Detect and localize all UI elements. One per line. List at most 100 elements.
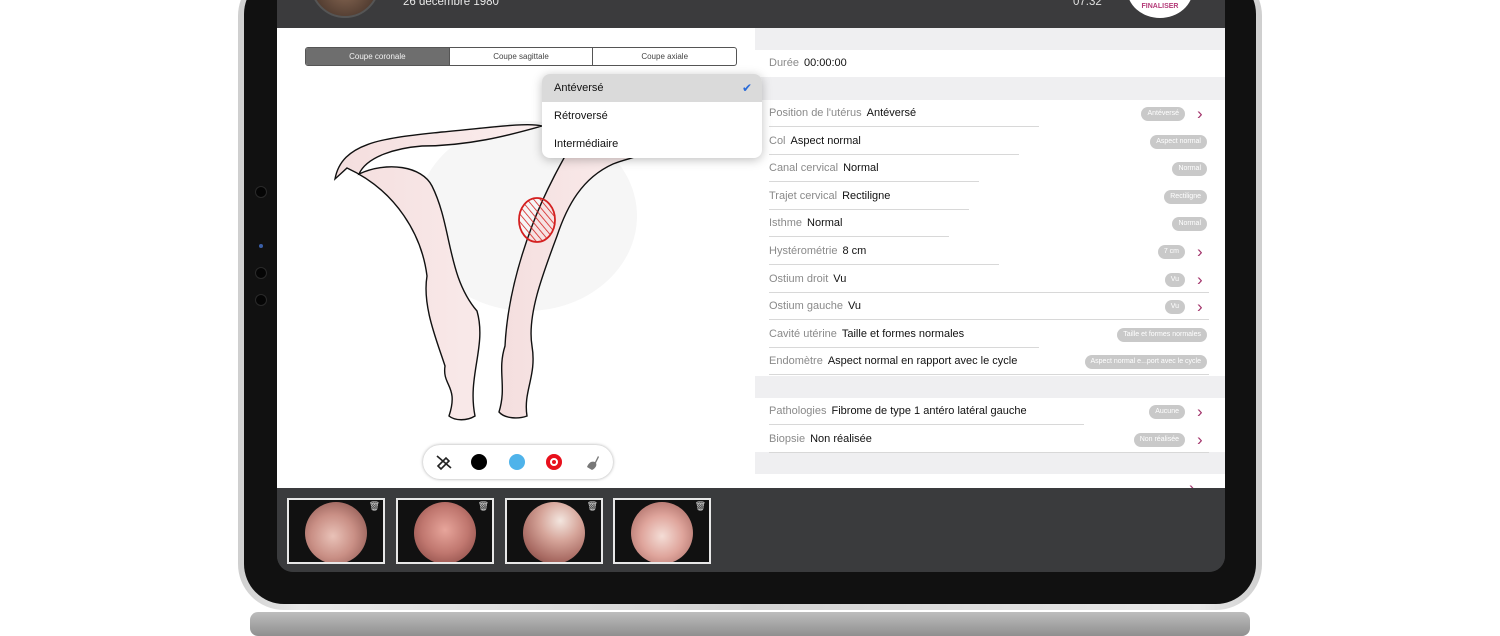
chevron-right-icon: › [1189, 478, 1195, 488]
trash-icon[interactable]: 🗑 [369, 501, 380, 512]
suggested-value-pill[interactable]: Rectiligne [1164, 189, 1207, 204]
field-value: Vu [847, 300, 862, 313]
field-label: Col [769, 134, 786, 147]
field-label: Position de l'utérus [769, 107, 862, 119]
field-label: Canal cervical [769, 162, 839, 175]
form-row[interactable]: Pathologies Fibrome de type 1 antéro laté… [769, 398, 1209, 425]
tab-coupe-coronale[interactable]: Coupe coronale [306, 48, 450, 65]
fibroid-marker[interactable] [518, 197, 556, 243]
thumbnail-capture-4[interactable]: 🗑 [613, 498, 711, 564]
field-label: Trajet cervical [769, 189, 838, 202]
form-row[interactable]: Trajet cervical Rectiligne Rectiligne [769, 183, 1209, 210]
suggested-value-pill[interactable]: Vu [1164, 300, 1185, 315]
form-row[interactable]: Hystérométrie 8 cm 7 cm › [769, 238, 1209, 265]
form-row[interactable]: Isthme Normal Normal [769, 210, 1209, 238]
field-value: Aspect normal en rapport avec le cycle [827, 355, 1018, 368]
suggested-value-pill[interactable]: 7 cm [1157, 245, 1185, 259]
chevron-right-icon[interactable]: › [1197, 398, 1203, 425]
suggested-value-pill[interactable]: Antéversé [1141, 107, 1185, 121]
chevron-right-icon[interactable]: › [1197, 100, 1203, 127]
field-label: Ostium droit [769, 272, 829, 285]
trash-icon[interactable]: 🗑 [478, 501, 489, 512]
suggested-value-pill[interactable]: Normal [1172, 217, 1207, 232]
suggested-value-pill[interactable]: Aspect normal e...port avec le cycle [1084, 355, 1207, 370]
field-value: Non réalisée [810, 432, 872, 445]
duration-value: 00:00:00 [803, 57, 847, 69]
trash-icon[interactable]: 🗑 [587, 501, 598, 512]
option-label: Rétroversé [554, 110, 608, 122]
field-value: Normal [807, 217, 843, 230]
row-underline [769, 374, 1209, 376]
dropdown-option-anteverse[interactable]: Antéversé ✔ [542, 74, 762, 102]
duration-row: Durée 00:00:00 [769, 50, 1209, 77]
drawing-toolbar [423, 445, 613, 479]
suggested-value-pill[interactable]: Vu [1164, 272, 1185, 287]
clock: 07:32 [1073, 0, 1102, 8]
patient-avatar[interactable] [310, 0, 380, 18]
checkmark-icon: ✔ [741, 81, 752, 95]
finalize-button[interactable]: FINALISER [1127, 0, 1193, 18]
color-blue[interactable] [509, 454, 525, 470]
chevron-right-icon[interactable]: › [1197, 266, 1203, 293]
dropdown-option-intermediaire[interactable]: Intermédiaire [542, 130, 762, 158]
extra-card: › [755, 474, 1225, 488]
patient-birth-date: 26 décembre 1980 [403, 0, 499, 8]
field-label: Isthme [769, 217, 803, 230]
field-value: Rectiligne [842, 189, 891, 202]
side-led [259, 244, 263, 248]
field-label: Hystérométrie [769, 245, 838, 257]
extra-row-partial[interactable]: › [769, 474, 1209, 488]
thumbnail-capture-1[interactable]: 🗑 [287, 498, 385, 564]
chevron-right-icon[interactable]: › [1197, 238, 1203, 265]
trash-icon[interactable]: 🗑 [695, 501, 706, 512]
form-row[interactable]: Cavité utérine Taille et formes normales T… [769, 321, 1209, 348]
color-red[interactable] [546, 454, 562, 470]
field-value: 8 cm [842, 245, 867, 257]
side-sensor [255, 186, 267, 198]
device-stand [250, 612, 1250, 636]
row-underline [769, 451, 1209, 453]
tab-coupe-axiale[interactable]: Coupe axiale [593, 48, 736, 65]
capture-thumbnails: 🗑 🗑 🗑 🗑 [277, 488, 1225, 572]
view-segmented-control: Coupe coronale Coupe sagittale Coupe axi… [305, 47, 737, 66]
form-row[interactable]: Biopsie Non réalisée Non réalisée › [769, 426, 1209, 453]
form-row[interactable]: Ostium droit Vu Vu › [769, 266, 1209, 293]
finalize-label: FINALISER [1141, 3, 1179, 10]
chevron-right-icon[interactable]: › [1197, 293, 1203, 320]
field-value: Taille et formes normales [841, 327, 965, 340]
field-value: Antéversé [866, 107, 917, 119]
suggested-value-pill[interactable]: Non réalisée [1133, 432, 1185, 447]
field-value: Fibrome de type 1 antéro latéral gauche [831, 405, 1027, 417]
tab-coupe-sagittale[interactable]: Coupe sagittale [450, 48, 594, 65]
broom-icon[interactable] [583, 453, 601, 471]
form-row[interactable]: Col Aspect normal Aspect normal [769, 128, 1209, 155]
field-label: Pathologies [769, 405, 827, 417]
suggested-value-pill[interactable]: Aucune [1149, 405, 1185, 419]
form-row[interactable]: Canal cervical Normal Normal [769, 155, 1209, 183]
side-sensor [255, 294, 267, 306]
findings-card: Pathologies Fibrome de type 1 antéro laté… [755, 398, 1225, 453]
thumbnail-capture-2[interactable]: 🗑 [396, 498, 494, 564]
exam-form: Durée 00:00:00 Position de l'utérus Antéve… [755, 28, 1225, 488]
field-value: Normal [843, 162, 879, 175]
position-dropdown: Antéversé ✔ Rétroversé Intermédiaire [542, 74, 762, 158]
field-label: Durée [769, 57, 799, 69]
suggested-value-pill[interactable]: Normal [1172, 162, 1207, 177]
chevron-right-icon[interactable]: › [1197, 426, 1203, 453]
field-value: Aspect normal [790, 134, 861, 147]
field-value: Vu [833, 272, 847, 285]
eraser-icon[interactable] [435, 453, 453, 471]
form-row[interactable]: Position de l'utérus Antéversé Antéversé › [769, 100, 1209, 127]
top-bar: 26 décembre 1980 07:32 FINALISER [277, 0, 1225, 28]
thumbnail-capture-3[interactable]: 🗑 [505, 498, 603, 564]
dropdown-option-retroverse[interactable]: Rétroversé [542, 102, 762, 130]
color-black[interactable] [471, 454, 487, 470]
suggested-value-pill[interactable]: Aspect normal [1150, 134, 1207, 149]
form-row[interactable]: Ostium gauche Vu Vu › [769, 293, 1209, 321]
suggested-value-pill[interactable]: Taille et formes normales [1117, 327, 1207, 342]
duration-card: Durée 00:00:00 [755, 50, 1225, 77]
exam-fields-card: Position de l'utérus Antéversé Antéversé › C… [755, 100, 1225, 376]
side-sensor [255, 267, 267, 279]
form-row[interactable]: Endomètre Aspect normal en rapport avec l… [769, 348, 1209, 376]
field-label: Cavité utérine [769, 327, 837, 340]
